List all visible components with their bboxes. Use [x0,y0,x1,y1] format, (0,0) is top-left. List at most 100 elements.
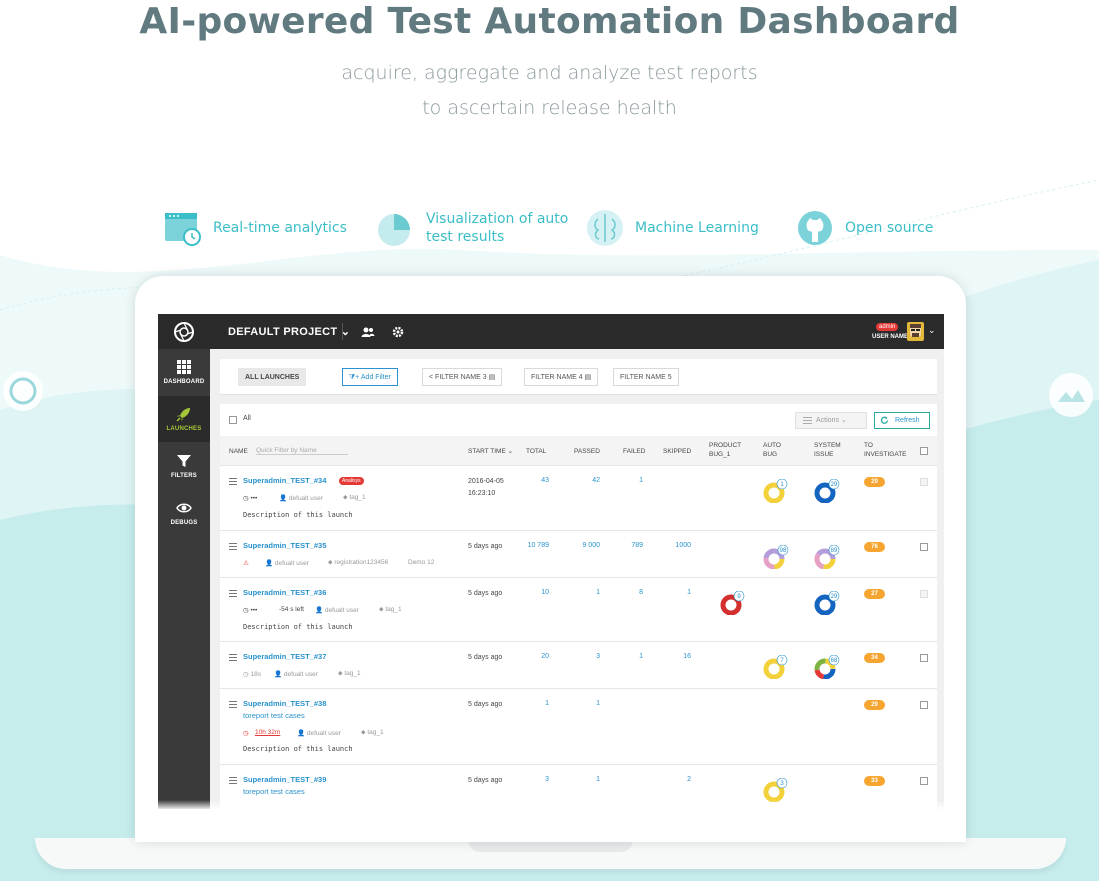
app-logo[interactable] [158,314,210,349]
row-menu-icon[interactable] [229,777,237,786]
all-launches-tab[interactable]: ALL LAUNCHES [238,368,307,386]
to-investigate-badge[interactable]: 29 [864,477,885,487]
col-label-line1: SYSTEM [814,442,841,449]
duration: ◷ 18s [243,671,261,678]
sidebar-item-dashboard[interactable]: DASHBOARD [158,349,210,395]
system-issue-donut[interactable]: 29 [814,479,840,503]
product-bug-donut[interactable]: 9 [720,591,746,615]
to-investigate-badge[interactable]: 27 [864,589,885,599]
system-issue-donut[interactable]: 89 [814,545,840,569]
filter-tab-3[interactable]: < FILTER NAME 3 ▤ [422,368,503,386]
total-count[interactable]: 10 [519,589,549,596]
col-to-investigate[interactable]: TO INVESTIGATE [864,441,907,459]
header-row-checkbox[interactable] [920,447,928,455]
filter-tab-4[interactable]: FILTER NAME 4 ▤ [524,368,599,386]
duration-value: 10h 32m [255,729,281,736]
gear-icon[interactable] [390,324,406,340]
col-passed[interactable]: PASSED [574,447,600,456]
members-icon[interactable] [360,324,376,340]
to-investigate-badge[interactable]: 34 [864,653,885,663]
system-issue-donut[interactable]: 68 [814,655,840,679]
col-skipped[interactable]: SKIPPED [663,447,691,456]
row-menu-icon[interactable] [229,654,237,663]
row-menu-icon[interactable] [229,701,237,710]
col-system-issue[interactable]: SYSTEM ISSUE [814,441,841,459]
skipped-count[interactable]: 16 [661,653,691,660]
start-clock: 16:23:10 [468,490,496,497]
launch-name[interactable]: Superadmin_TEST_#35 [243,541,326,550]
to-investigate-badge[interactable]: 76 [864,542,885,552]
launch-name[interactable]: Superadmin_TEST_#36 [243,588,326,597]
row-menu-icon[interactable] [229,478,237,487]
col-failed[interactable]: FAILED [623,447,645,456]
col-auto-bug[interactable]: AUTO BUG [763,441,781,459]
table-row[interactable]: Superadmin_TEST_#35 ⚠ 👤 defualt user ⬥ r… [220,531,937,578]
skipped-count[interactable]: 1000 [661,542,691,549]
failed-count[interactable]: 789 [613,542,643,549]
failed-count[interactable]: 1 [613,653,643,660]
row-checkbox[interactable] [920,654,928,662]
launch-name[interactable]: Superadmin_TEST_#37 [243,652,326,661]
auto-bug-donut[interactable]: 3 [763,778,789,802]
sidebar-item-label: DASHBOARD [163,379,205,385]
col-start-time[interactable]: START TIME ⌄ [468,447,513,456]
col-total[interactable]: TOTAL [526,447,546,456]
row-checkbox[interactable] [920,777,928,785]
to-investigate-badge[interactable]: 29 [864,700,885,710]
passed-count[interactable]: 9 000 [570,542,600,549]
table-row[interactable]: Superadmin_TEST_#34 Analisys ◷ ••• 👤 def… [220,466,937,531]
total-count[interactable]: 1 [519,700,549,707]
tag[interactable]: ⬥ tag_1 [338,670,361,678]
donut-count: 29 [831,594,838,600]
passed-count[interactable]: 3 [570,653,600,660]
col-name[interactable]: NAME [229,447,248,456]
launch-name[interactable]: Superadmin_TEST_#34 [243,476,326,485]
auto-bug-donut[interactable]: 98 [763,545,789,569]
launch-name[interactable]: Superadmin_TEST_#39 [243,775,326,784]
passed-count[interactable]: 42 [570,477,600,484]
skipped-count[interactable]: 1 [661,589,691,596]
table-row[interactable]: Superadmin_TEST_#36 ◷ ••• -54 s left 👤 d… [220,578,937,642]
quick-filter-input[interactable]: Quick Filter by Name [256,447,348,455]
row-menu-icon[interactable] [229,590,237,599]
total-count[interactable]: 20 [519,653,549,660]
skipped-count[interactable]: 2 [661,776,691,783]
launch-name[interactable]: Superadmin_TEST_#38 [243,699,326,708]
passed-count[interactable]: 1 [570,700,600,707]
add-filter-button[interactable]: ⧩+ Add Filter [342,368,398,386]
system-issue-donut[interactable]: 29 [814,591,840,615]
filter-tab-5[interactable]: FILTER NAME 5 [613,368,679,386]
passed-count[interactable]: 1 [570,589,600,596]
tag-label: tag_1 [367,729,384,736]
row-checkbox[interactable] [920,478,928,486]
project-selector[interactable]: DEFAULT PROJECT ⌄ [228,325,350,338]
table-row[interactable]: Superadmin_TEST_#37 ◷ 18s 👤 defualt user… [220,642,937,689]
sidebar-item-debugs[interactable]: DEBUGS [158,490,210,536]
total-count[interactable]: 10 789 [519,542,549,549]
row-checkbox[interactable] [920,590,928,598]
tag[interactable]: ⬥ registration123456 [328,559,388,567]
auto-bug-donut[interactable]: 1 [763,479,789,503]
to-investigate-badge[interactable]: 33 [864,776,885,786]
failed-count[interactable]: 1 [613,477,643,484]
passed-count[interactable]: 1 [570,776,600,783]
sidebar-item-filters[interactable]: FILTERS [158,443,210,489]
auto-bug-donut[interactable]: 7 [763,655,789,679]
sidebar-item-launches[interactable]: LAUNCHES [158,396,210,442]
row-checkbox[interactable] [920,701,928,709]
row-menu-icon[interactable] [229,543,237,552]
tag[interactable]: ⬥ tag_1 [361,729,384,737]
table-row[interactable]: Superadmin_TEST_#38 toreport test cases … [220,689,937,765]
tag[interactable]: ⬥ tag_1 [343,494,366,502]
select-all-checkbox[interactable] [229,416,237,424]
total-count[interactable]: 3 [519,776,549,783]
launch-description: Description of this launch [243,511,353,519]
row-checkbox[interactable] [920,543,928,551]
total-count[interactable]: 43 [519,477,549,484]
tag[interactable]: ⬥ tag_1 [379,606,402,614]
tag[interactable]: Demo 12 [408,559,434,566]
failed-count[interactable]: 8 [613,589,643,596]
avatar[interactable] [907,322,924,341]
user-menu-chevron-icon[interactable]: ⌄ [928,325,936,336]
col-product-bug[interactable]: PRODUCT BUG_1 [709,441,741,459]
